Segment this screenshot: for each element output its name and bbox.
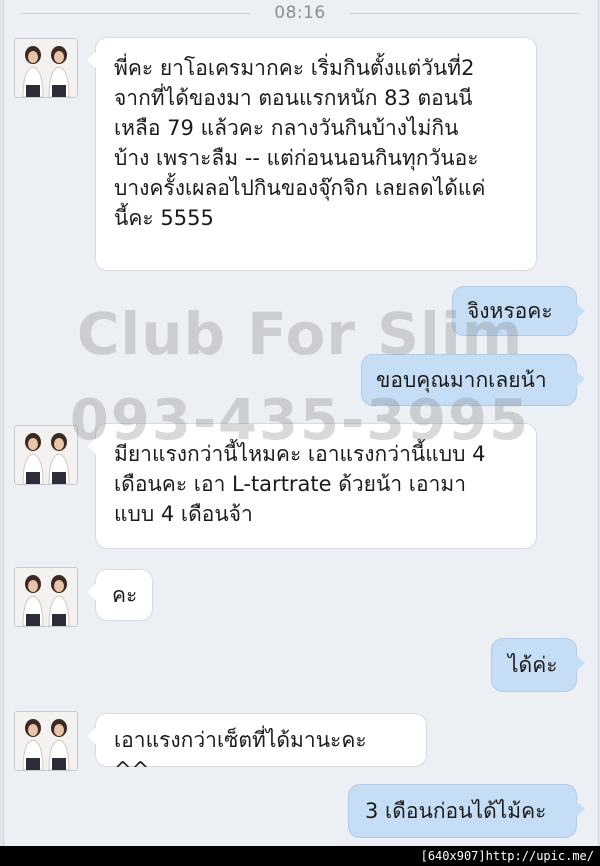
avatar-icon	[15, 568, 77, 626]
message-bubble-outgoing[interactable]: จิงหรอคะ	[452, 286, 585, 336]
contact-avatar[interactable]	[14, 38, 78, 98]
message-bubble-incoming[interactable]: พี่คะ ยาโอเครมากคะ เริ่มกินตั้งแต่วันที่…	[87, 37, 537, 271]
avatar-icon	[15, 426, 77, 484]
message-bubble-outgoing[interactable]: 3 เดือนก่อนได้ไม้คะ	[348, 784, 585, 838]
contact-avatar[interactable]	[14, 425, 78, 485]
message-bubble-outgoing[interactable]: ได้ค่ะ	[491, 638, 585, 692]
contact-avatar[interactable]	[14, 567, 78, 627]
contact-avatar[interactable]	[14, 711, 78, 771]
message-bubble-incoming[interactable]: เอาแรงกว่าเซ็ตที่ได้มานะคะ ^^	[87, 713, 427, 782]
message-bubble-incoming[interactable]: มียาแรงกว่านี้ไหมคะ เอาแรงกว่านี้แบบ 4 เ…	[87, 423, 537, 549]
timestamp: 08:16	[274, 3, 326, 23]
avatar-icon	[15, 712, 77, 770]
image-host-footer: [640x907]http://upic.me/	[0, 846, 600, 866]
message-bubble-incoming[interactable]: คะ	[87, 569, 153, 621]
avatar-icon	[15, 39, 77, 97]
message-bubble-outgoing[interactable]: ขอบคุณมากเลยน้า	[361, 354, 585, 406]
